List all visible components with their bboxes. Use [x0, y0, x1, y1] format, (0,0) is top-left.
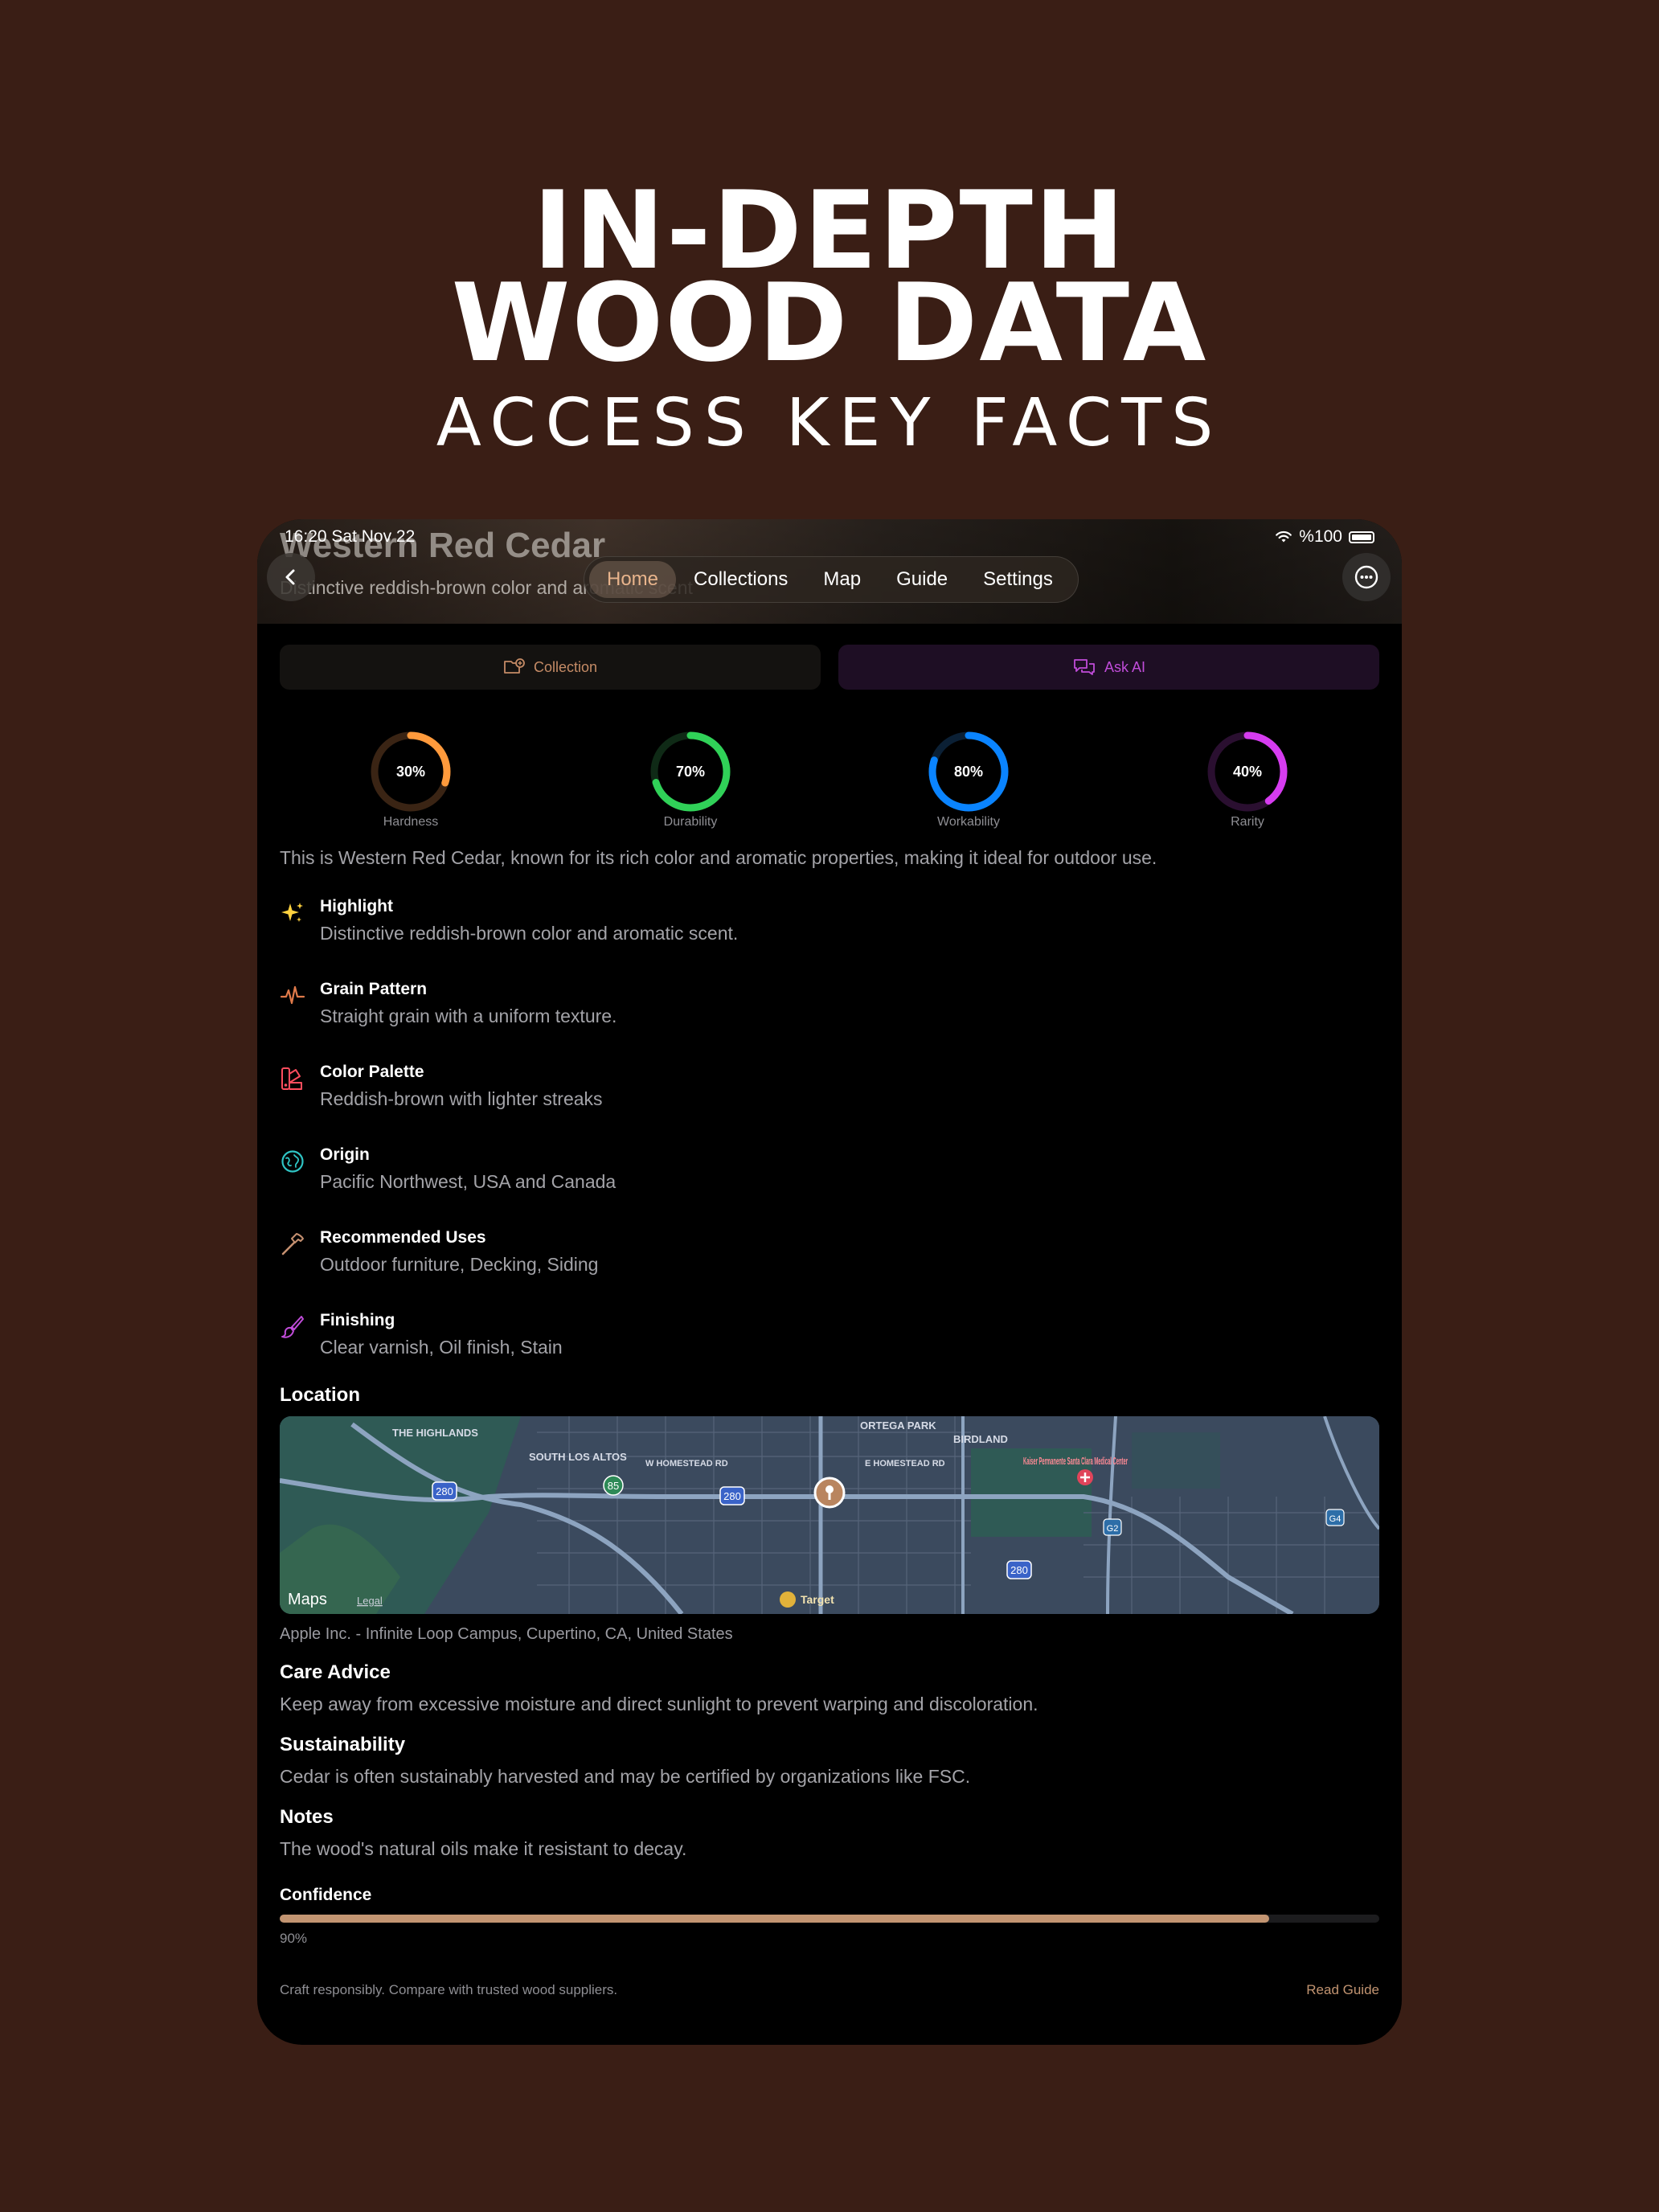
confidence-bar-fill — [280, 1915, 1270, 1923]
attribute-origin: Origin Pacific Northwest, USA and Canada — [280, 1145, 1373, 1218]
gauge-value: 30% — [395, 764, 426, 780]
gauge-durability: 70% Durability — [642, 730, 739, 830]
read-guide-link[interactable]: Read Guide — [1306, 1982, 1379, 1998]
sustainability-title: Sustainability — [280, 1734, 406, 1755]
status-indicators: %100 — [1275, 527, 1374, 547]
map-label-south-los-altos: SOUTH LOS ALTOS — [529, 1451, 627, 1463]
gauge-value: 80% — [953, 764, 984, 780]
map-hwy-280-a: 280 — [436, 1485, 453, 1497]
confidence-bar — [280, 1915, 1379, 1923]
top-tab-bar: Home Collections Map Guide Settings — [584, 556, 1079, 603]
paintbrush-icon — [281, 1316, 304, 1338]
care-advice-title: Care Advice — [280, 1661, 391, 1683]
confidence-percent: 90% — [280, 1931, 308, 1946]
tab-home[interactable]: Home — [589, 561, 677, 598]
action-buttons: Collection Ask AI — [280, 645, 1379, 690]
ellipsis-circle-icon — [1354, 565, 1378, 589]
location-title: Location — [280, 1384, 360, 1406]
chevron-left-icon — [285, 569, 295, 585]
attribute-title: Finishing — [320, 1311, 395, 1329]
map-hwy-g4: G4 — [1329, 1514, 1342, 1524]
tab-collections[interactable]: Collections — [676, 561, 805, 598]
wifi-icon — [1276, 530, 1292, 543]
attribute-value: Pacific Northwest, USA and Canada — [320, 1171, 616, 1192]
footer-disclaimer: Craft responsibly. Compare with trusted … — [280, 1982, 618, 1997]
map-label-ortega-park: ORTEGA PARK — [860, 1419, 936, 1432]
folder-add-icon — [504, 658, 525, 674]
attribute-recommended-uses: Recommended Uses Outdoor furniture, Deck… — [280, 1228, 1373, 1301]
gauge-label: Workability — [937, 815, 1000, 829]
attribute-value: Outdoor furniture, Decking, Siding — [320, 1254, 599, 1275]
attribute-title: Highlight — [320, 897, 393, 916]
hero-subtitle: ACCESS KEY FACTS — [436, 385, 1223, 461]
swatch-icon — [281, 1067, 302, 1090]
ask-ai-button[interactable]: Ask AI — [838, 645, 1379, 690]
map-legal-link[interactable]: Legal — [357, 1595, 383, 1607]
attribute-value: Clear varnish, Oil finish, Stain — [320, 1337, 563, 1358]
map-label-highlands: THE HIGHLANDS — [392, 1427, 478, 1439]
care-advice-body: Keep away from excessive moisture and di… — [280, 1694, 1038, 1714]
gauge-value: 40% — [1232, 764, 1263, 780]
confidence-label: Confidence — [280, 1886, 372, 1904]
notes-title: Notes — [280, 1806, 334, 1828]
tab-guide[interactable]: Guide — [879, 561, 965, 598]
back-button[interactable] — [267, 553, 315, 601]
location-caption: Apple Inc. - Infinite Loop Campus, Cuper… — [280, 1625, 733, 1643]
location-map[interactable]: 280 85 280 280 G2 G4 THE HIGHLANDS SOUTH… — [280, 1416, 1379, 1614]
tab-map[interactable]: Map — [805, 561, 879, 598]
map-label-birdland: BIRDLAND — [953, 1433, 1008, 1445]
map-hwy-280-b: 280 — [723, 1490, 741, 1502]
battery-icon — [1349, 530, 1374, 543]
ask-ai-label: Ask AI — [1104, 658, 1146, 675]
sparkles-icon — [281, 903, 303, 922]
attribute-value: Reddish-brown with lighter streaks — [320, 1088, 603, 1109]
more-options-button[interactable] — [1342, 553, 1391, 601]
wood-summary: This is Western Red Cedar, known for its… — [280, 847, 1157, 868]
map-label-kaiser: Kaiser Permanente Santa Clara Medical Ce… — [1023, 1455, 1128, 1467]
attribute-title: Grain Pattern — [320, 980, 428, 998]
gauge-rarity: 40% Rarity — [1199, 730, 1296, 830]
notes-body: The wood's natural oils make it resistan… — [280, 1838, 687, 1859]
battery-percent: %100 — [1299, 527, 1342, 546]
map-brand: Maps — [288, 1591, 327, 1608]
map-hwy-280-c: 280 — [1010, 1564, 1028, 1576]
gauge-value: 70% — [675, 764, 706, 780]
gauge-label: Hardness — [383, 815, 439, 829]
attribute-title: Recommended Uses — [320, 1228, 486, 1247]
attribute-finishing: Finishing Clear varnish, Oil finish, Sta… — [280, 1311, 1373, 1383]
attribute-title: Origin — [320, 1145, 370, 1164]
sustainability-body: Cedar is often sustainably harvested and… — [280, 1766, 971, 1787]
map-hwy-85: 85 — [608, 1480, 619, 1492]
map-label-target: Target — [801, 1593, 834, 1606]
map-hwy-g2: G2 — [1107, 1524, 1119, 1534]
property-gauges: 30% Hardness 70% Durability 80% Workabil… — [257, 730, 1402, 829]
globe-icon — [281, 1150, 304, 1173]
status-time: 16:20 Sat Nov 22 — [285, 527, 416, 546]
attribute-title: Color Palette — [320, 1063, 424, 1081]
chat-bubbles-icon — [1074, 659, 1095, 675]
attribute-value: Straight grain with a uniform texture. — [320, 1006, 617, 1026]
attribute-grain-pattern: Grain Pattern Straight grain with a unif… — [280, 980, 1373, 1052]
tab-settings[interactable]: Settings — [965, 561, 1071, 598]
gauge-label: Durability — [663, 815, 718, 829]
attribute-value: Distinctive reddish-brown color and arom… — [320, 923, 739, 944]
hero-title-line2: WOOD DATA — [451, 260, 1208, 386]
map-label-e-homestead: E HOMESTEAD RD — [865, 1459, 945, 1469]
waveform-icon — [280, 985, 305, 1005]
add-to-collection-button[interactable]: Collection — [280, 645, 821, 690]
attribute-color-palette: Color Palette Reddish-brown with lighter… — [280, 1063, 1373, 1135]
gauge-hardness: 30% Hardness — [363, 730, 459, 830]
gauge-workability: 80% Workability — [920, 730, 1017, 830]
map-label-w-homestead: W HOMESTEAD RD — [645, 1459, 728, 1469]
collection-label: Collection — [533, 658, 598, 675]
attribute-highlight: Highlight Distinctive reddish-brown colo… — [280, 897, 1373, 969]
gauge-label: Rarity — [1231, 815, 1264, 829]
tablet-screen: Western Red Cedar Distinctive reddish-br… — [257, 519, 1402, 2045]
map-graphic: 280 85 280 280 G2 G4 THE HIGHLANDS SOUTH… — [280, 1416, 1379, 1614]
hammer-icon — [281, 1233, 304, 1256]
